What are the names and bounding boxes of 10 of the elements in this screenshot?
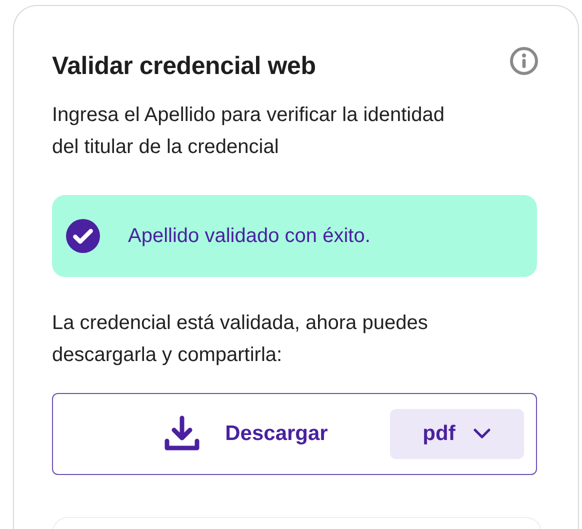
card-title: Validar credencial web: [52, 52, 316, 81]
validation-message: La credencial está validada, ahora puedes descargarla y compartirla:: [52, 311, 429, 368]
chevron-down-icon: [473, 428, 492, 440]
download-icon: [163, 415, 202, 453]
download-button[interactable]: Descargar: [53, 409, 390, 459]
description-text: Ingresa el Apellido para verificar la identidad del titular de la credencial: [52, 103, 446, 160]
format-dropdown[interactable]: pdf: [390, 409, 524, 459]
check-circle-icon: [66, 219, 100, 253]
info-icon[interactable]: [509, 46, 539, 76]
alert-message: Apellido validado con éxito.: [128, 224, 370, 248]
